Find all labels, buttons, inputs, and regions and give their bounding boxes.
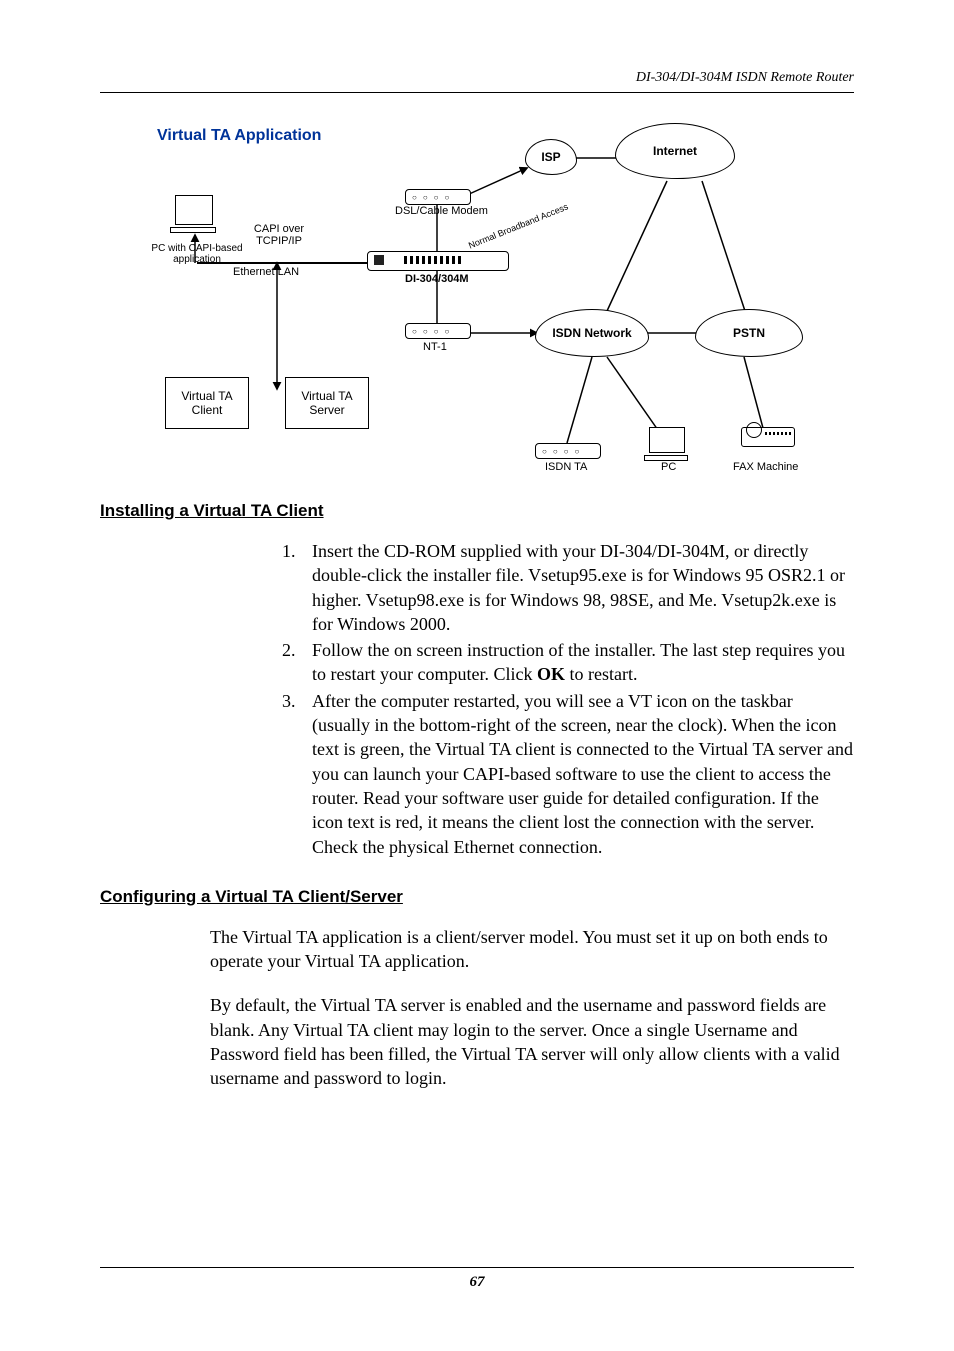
nt1-label: NT-1 <box>423 341 447 353</box>
isdn-network-cloud: ISDN Network <box>535 309 649 357</box>
page-header: DI-304/DI-304M ISDN Remote Router <box>100 70 854 93</box>
install-step-1: Insert the CD-ROM supplied with your DI-… <box>300 539 854 636</box>
fax-label: FAX Machine <box>733 461 798 473</box>
capi-label: CAPI overTCPIP/IP <box>243 223 315 247</box>
page-number: 67 <box>470 1274 485 1290</box>
vta-client-box: Virtual TA Client <box>165 377 249 429</box>
config-paragraph-1: The Virtual TA application is a client/s… <box>210 925 854 974</box>
install-step-3: After the computer restarted, you will s… <box>300 689 854 859</box>
vta-server-box: Virtual TA Server <box>285 377 369 429</box>
config-paragraph-2: By default, the Virtual TA server is ena… <box>210 993 854 1090</box>
isp-cloud: ISP <box>525 139 577 175</box>
internet-cloud: Internet <box>615 123 735 179</box>
pc-label: PC with CAPI-basedapplication <box>147 243 247 265</box>
install-steps-list: Insert the CD-ROM supplied with your DI-… <box>300 539 854 859</box>
install-step-2: Follow the on screen instruction of the … <box>300 638 854 687</box>
pstn-cloud: PSTN <box>695 309 803 357</box>
isdn-ta-label: ISDN TA <box>545 461 587 473</box>
install-heading: Installing a Virtual TA Client <box>100 501 854 521</box>
page-footer: 67 <box>100 1267 854 1291</box>
virtual-ta-diagram: Virtual TA Application <box>147 113 807 493</box>
router-label: DI-304/304M <box>405 273 469 285</box>
running-title: DI-304/DI-304M ISDN Remote Router <box>636 70 854 86</box>
pc2-label: PC <box>661 461 676 473</box>
config-heading: Configuring a Virtual TA Client/Server <box>100 887 854 907</box>
diagram-title: Virtual TA Application <box>157 127 321 145</box>
dsl-modem-label: DSL/Cable Modem <box>395 205 488 217</box>
ethernet-lan-label: Ethernet LAN <box>233 266 299 278</box>
